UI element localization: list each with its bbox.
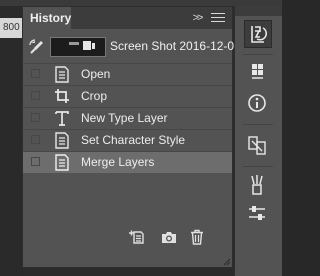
brushes-icon[interactable]: [244, 172, 272, 200]
history-icon[interactable]: [244, 20, 272, 48]
properties-icon[interactable]: [244, 58, 272, 86]
history-state-label: Open: [81, 67, 111, 81]
snapshot-thumbnail: [50, 37, 106, 57]
sliders-icon[interactable]: [244, 200, 272, 228]
history-brush-source-checkbox[interactable]: [31, 91, 40, 100]
document-icon: [54, 154, 70, 171]
history-panel: History >> Screen Shot 2016-12-0... Open…: [22, 6, 244, 268]
horizontal-ruler: 800: [0, 18, 24, 38]
new-document-icon[interactable]: [129, 229, 145, 245]
history-tab[interactable]: History: [23, 7, 71, 29]
snapshot-row[interactable]: Screen Shot 2016-12-0...: [23, 29, 244, 63]
history-state-row[interactable]: Crop: [23, 85, 232, 107]
document-icon: [54, 132, 70, 149]
crop-icon: [54, 88, 70, 105]
history-state-row[interactable]: New Type Layer: [23, 107, 232, 129]
panel-dock: [234, 6, 282, 276]
history-state-label: Crop: [81, 89, 108, 103]
panel-footer: [23, 222, 232, 252]
canvas-area: [0, 38, 24, 276]
history-state-label: New Type Layer: [81, 111, 168, 125]
document-icon: [54, 66, 70, 83]
panel-menu-icon[interactable]: [211, 13, 225, 24]
trash-icon[interactable]: [189, 229, 205, 245]
type-tool-icon: [54, 110, 70, 127]
dock-header[interactable]: [235, 6, 282, 16]
clone-source-icon[interactable]: [244, 132, 272, 160]
history-state-label: Set Character Style: [81, 133, 186, 147]
info-icon[interactable]: [244, 90, 272, 118]
camera-icon[interactable]: [161, 229, 177, 245]
history-states-list: Open Crop New Type Layer Set Character S…: [23, 63, 232, 173]
dock-separator: [243, 54, 273, 55]
history-brush-icon[interactable]: [29, 39, 45, 55]
panel-tab-bar: History >>: [23, 7, 232, 29]
history-brush-source-checkbox[interactable]: [31, 69, 40, 78]
history-state-row[interactable]: Set Character Style: [23, 129, 232, 151]
dock-separator: [243, 124, 273, 125]
history-brush-source-checkbox[interactable]: [31, 113, 40, 122]
history-state-row[interactable]: Open: [23, 63, 232, 85]
history-state-row-active[interactable]: Merge Layers: [23, 151, 232, 173]
history-state-label: Merge Layers: [81, 155, 155, 169]
collapse-panel-button[interactable]: >>: [186, 7, 208, 29]
photoshop-workspace: 800 History >> Screen Shot 2016-12-0... …: [0, 0, 282, 276]
dock-separator: [243, 166, 273, 167]
resize-grip-icon[interactable]: [223, 258, 231, 266]
history-brush-source-checkbox[interactable]: [31, 157, 40, 166]
snapshot-label: Screen Shot 2016-12-0...: [110, 39, 245, 53]
history-brush-source-checkbox[interactable]: [31, 135, 40, 144]
